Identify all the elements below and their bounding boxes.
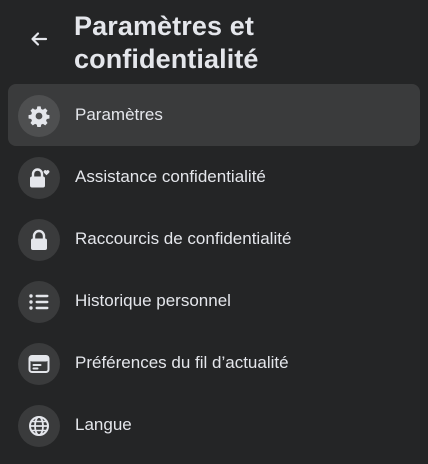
list-icon [29,294,49,310]
menu-item-label: Raccourcis de confidentialité [75,229,292,248]
lock-heart-icon [30,168,50,188]
back-button[interactable] [22,22,56,56]
arrow-left-icon [31,32,48,46]
gear-icon [28,106,50,127]
menu-item-label: Langue [75,415,132,434]
menu-item-assistance-confidentialite[interactable]: Assistance confidentialité [8,146,420,208]
menu-item-label: Historique personnel [75,291,231,310]
icon-wrapper [18,157,60,199]
icon-wrapper [18,219,60,261]
menu-item-langue[interactable]: Langue [8,394,420,456]
menu-item-raccourcis-confidentialite[interactable]: Raccourcis de confidentialité [8,208,420,270]
icon-wrapper [18,281,60,323]
menu-item-label: Assistance confidentialité [75,167,266,186]
page-title: Paramètres et confidentialité [74,11,259,74]
menu-item-label: Préférences du fil d’actualité [75,353,289,372]
icon-wrapper [18,343,60,385]
settings-menu: Paramètres Assistance confidentialité Ra… [8,84,420,456]
icon-wrapper [18,95,60,137]
menu-item-preferences-fil-actualite[interactable]: Préférences du fil d’actualité [8,332,420,394]
menu-item-historique-personnel[interactable]: Historique personnel [8,270,420,332]
lock-icon [31,229,47,250]
globe-icon [29,416,49,436]
icon-wrapper [18,405,60,447]
menu-item-label: Paramètres [75,105,163,124]
header: Paramètres et confidentialité [0,0,428,84]
menu-item-parametres[interactable]: Paramètres [8,84,420,146]
feed-card-icon [28,355,50,373]
